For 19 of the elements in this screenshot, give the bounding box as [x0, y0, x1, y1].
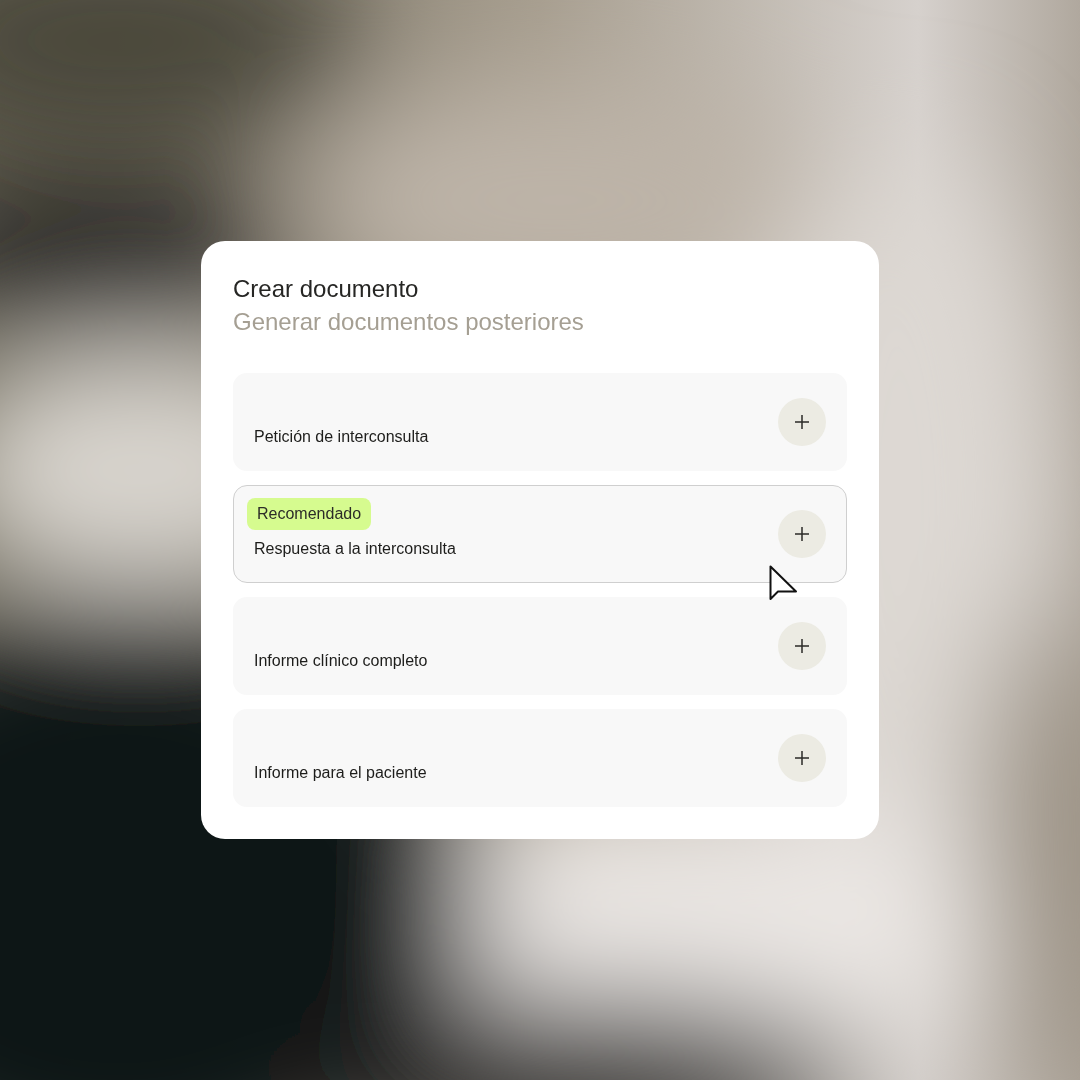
- dialog-title: Crear documento: [233, 275, 420, 303]
- document-option[interactable]: Recomendado Respuesta a la interconsulta: [233, 485, 847, 583]
- add-button[interactable]: [778, 622, 826, 670]
- document-label: Respuesta a la interconsulta: [254, 540, 456, 558]
- add-button[interactable]: [778, 398, 826, 446]
- document-label: Petición de interconsulta: [254, 428, 429, 446]
- document-label: Informe clínico completo: [254, 652, 428, 670]
- plus-icon: [795, 415, 809, 429]
- document-option[interactable]: Petición de interconsulta: [233, 373, 847, 471]
- plus-icon: [795, 639, 809, 653]
- dialog-subtitle: Generar documentos posteriores: [233, 307, 585, 337]
- document-option[interactable]: Informe para el paciente: [233, 709, 847, 807]
- add-button[interactable]: [778, 510, 826, 558]
- plus-icon: [795, 527, 809, 541]
- document-option[interactable]: Informe clínico completo: [233, 597, 847, 695]
- plus-icon: [795, 751, 809, 765]
- add-button[interactable]: [778, 734, 826, 782]
- document-label: Informe para el paciente: [254, 764, 427, 782]
- recommended-badge: Recomendado: [247, 498, 372, 530]
